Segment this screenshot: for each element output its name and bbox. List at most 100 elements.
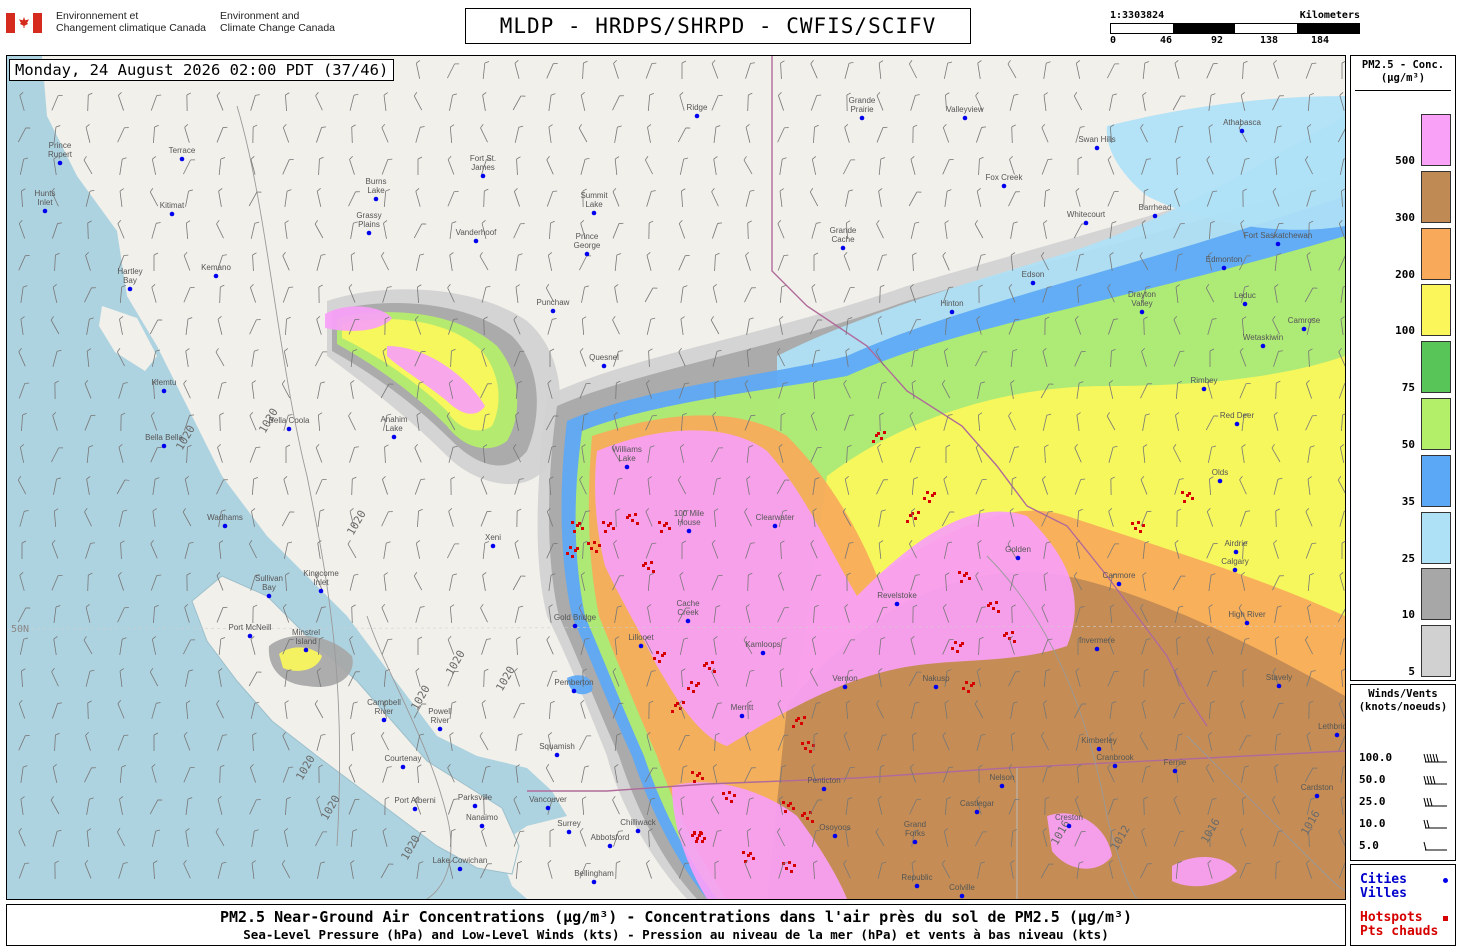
city-marker[interactable] [437,726,443,732]
city-marker[interactable] [472,803,478,809]
city-marker[interactable] [933,684,939,690]
city-marker[interactable] [601,363,607,369]
wind-barb [219,412,224,432]
city-marker[interactable] [373,196,379,202]
city-marker[interactable] [479,823,485,829]
wind-barb [978,156,984,176]
city-marker[interactable] [1301,326,1307,332]
city-marker[interactable] [840,245,846,251]
city-marker[interactable] [1083,220,1089,226]
city-marker[interactable] [1260,343,1266,349]
wind-barb [747,92,753,112]
city-marker[interactable] [366,230,372,236]
city-marker[interactable] [303,647,309,653]
city-marker[interactable] [1112,763,1118,769]
city-marker[interactable] [1217,478,1223,484]
city-marker[interactable] [1066,823,1072,829]
city-marker[interactable] [1232,567,1238,573]
city-marker[interactable] [949,309,955,315]
city-marker[interactable] [1275,241,1281,247]
city-marker[interactable] [1239,128,1245,134]
city-marker[interactable] [457,866,463,872]
city-marker[interactable] [1001,183,1007,189]
city-marker[interactable] [607,843,613,849]
city-marker[interactable] [169,211,175,217]
city-marker[interactable] [490,543,496,549]
wind-barb [185,348,190,367]
city-marker[interactable] [1233,549,1239,555]
city-marker[interactable] [962,115,968,121]
city-marker[interactable] [1244,620,1250,626]
city-marker[interactable] [635,828,641,834]
map-panel[interactable]: 50N 1020 1020 1020 1020 1020 1020 1020 1020 1020… [6,55,1346,900]
city-marker[interactable] [624,464,630,470]
city-marker[interactable] [1094,646,1100,652]
city-marker[interactable] [179,156,185,162]
city-marker[interactable] [318,588,324,594]
city-marker[interactable] [1201,386,1207,392]
city-marker[interactable] [859,115,865,121]
city-marker[interactable] [821,786,827,792]
city-marker[interactable] [1242,301,1248,307]
city-marker[interactable] [161,388,167,394]
city-marker[interactable] [974,809,980,815]
city-marker[interactable] [57,160,63,166]
city-marker[interactable] [161,443,167,449]
city-marker[interactable] [480,173,486,179]
city-marker[interactable] [266,593,272,599]
city-marker[interactable] [914,883,920,889]
city-marker[interactable] [1234,421,1240,427]
city-marker[interactable] [638,643,644,649]
city-marker[interactable] [1314,793,1320,799]
city-marker[interactable] [959,893,965,899]
city-marker[interactable] [1015,555,1021,561]
city-marker[interactable] [894,601,900,607]
city-marker[interactable] [247,633,253,639]
city-marker[interactable] [1096,746,1102,752]
city-marker[interactable] [412,806,418,812]
city-marker[interactable] [391,434,397,440]
city-marker[interactable] [400,764,406,770]
city-marker[interactable] [1334,732,1340,738]
city-label: Swan Hills [1078,135,1115,144]
city-marker[interactable] [584,251,590,257]
city-marker[interactable] [1172,768,1178,774]
city-marker[interactable] [772,523,778,529]
city-marker[interactable] [832,833,838,839]
concentration-map[interactable]: 50N 102010201020102010201020102010201020… [7,56,1345,899]
wind-barb [711,59,719,79]
city-marker[interactable] [381,717,387,723]
city-marker[interactable] [1030,280,1036,286]
city-marker[interactable] [566,829,572,835]
city-marker[interactable] [222,523,228,529]
city-marker[interactable] [686,528,692,534]
city-marker[interactable] [1094,145,1100,151]
city-marker[interactable] [127,286,133,292]
city-marker[interactable] [571,688,577,694]
city-marker[interactable] [572,623,578,629]
city-marker[interactable] [999,783,1005,789]
city-marker[interactable] [1152,213,1158,219]
wind-barb-icon [1423,797,1447,806]
city-marker[interactable] [213,273,219,279]
city-marker[interactable] [1221,265,1227,271]
city-marker[interactable] [554,752,560,758]
city-marker[interactable] [694,113,700,119]
city-marker[interactable] [1276,683,1282,689]
wind-barb [612,95,624,111]
city-marker[interactable] [842,684,848,690]
city-marker[interactable] [42,208,48,214]
city-marker[interactable] [545,805,551,811]
city-marker[interactable] [1116,581,1122,587]
city-marker[interactable] [473,238,479,244]
city-marker[interactable] [760,650,766,656]
city-marker[interactable] [912,839,918,845]
city-marker[interactable] [286,426,292,432]
city-marker[interactable] [1139,309,1145,315]
city-marker[interactable] [685,618,691,624]
city-marker[interactable] [591,210,597,216]
city-marker[interactable] [739,713,745,719]
wind-barb [976,188,982,207]
city-marker[interactable] [591,879,597,885]
city-marker[interactable] [550,308,556,314]
